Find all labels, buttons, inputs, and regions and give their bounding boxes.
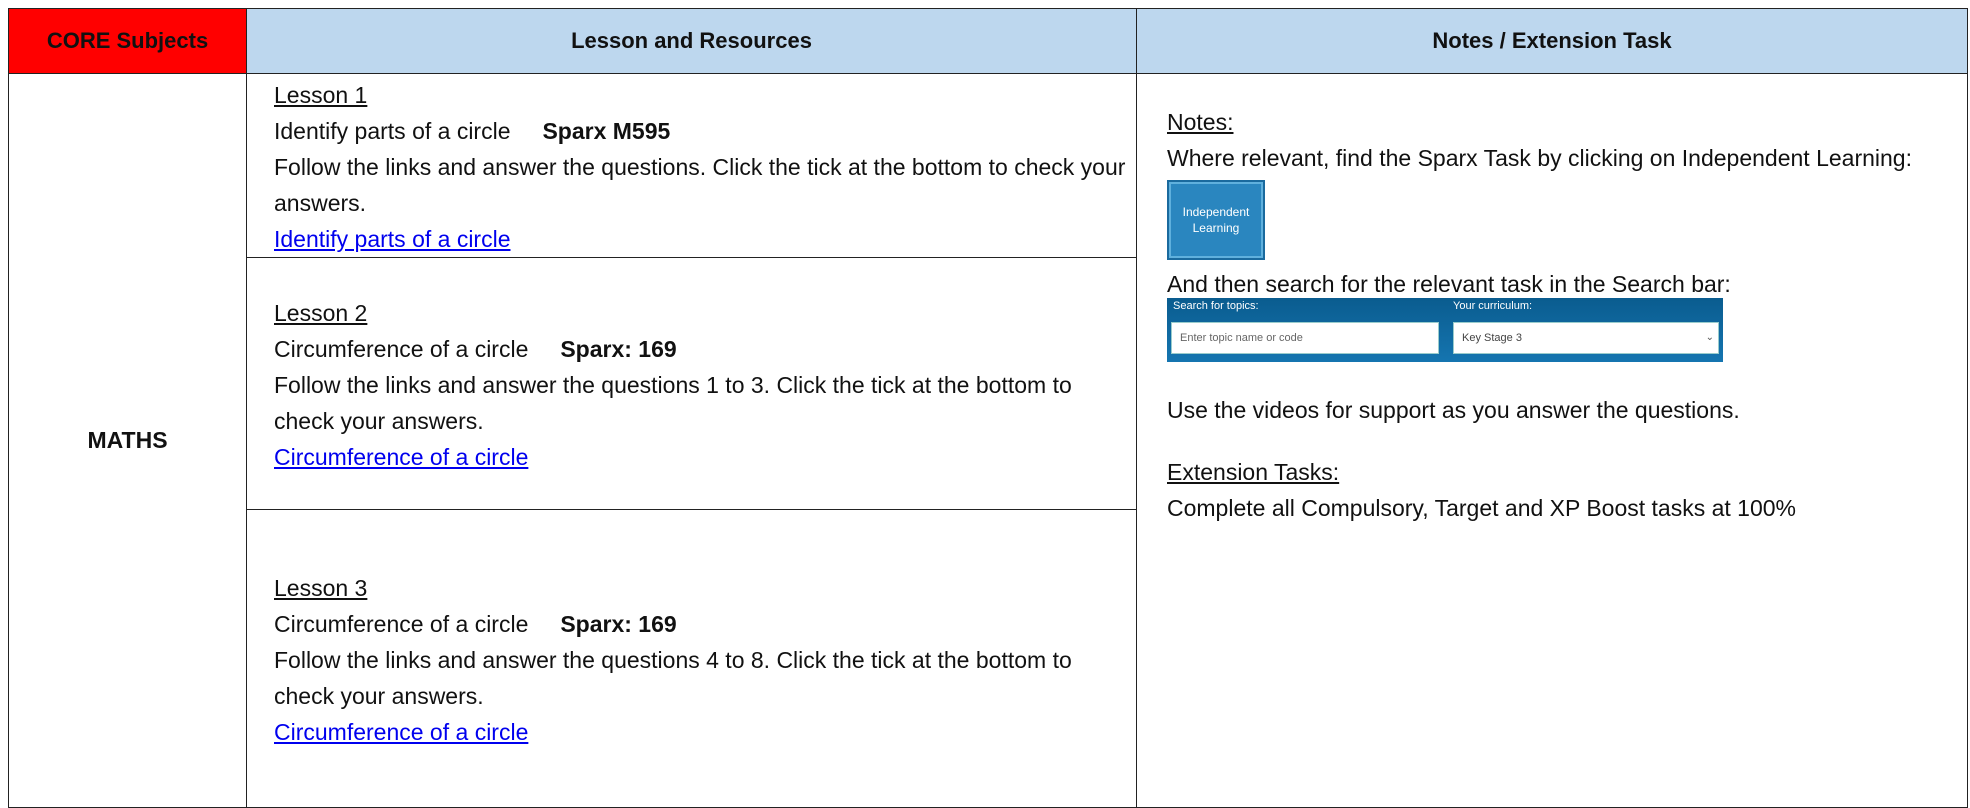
lesson-plan-table: CORE Subjects Lesson and Resources Notes… <box>8 8 1968 808</box>
curriculum-select[interactable]: Key Stage 3 ⌄ <box>1453 322 1719 354</box>
lesson-topic-line: Identify parts of a circle Sparx M595 <box>274 113 1136 149</box>
lesson-topic-line: Circumference of a circle Sparx: 169 <box>274 606 1136 642</box>
topic-search-input[interactable]: Enter topic name or code <box>1171 322 1439 354</box>
lesson-title: Lesson 1 <box>274 81 368 108</box>
il-button-line-1: Independent <box>1182 205 1250 219</box>
lesson-topic: Circumference of a circle <box>274 335 529 362</box>
subject-cell: MATHS <box>8 73 247 808</box>
lesson-cell-1: Lesson 1 Identify parts of a circle Spar… <box>246 73 1137 258</box>
notes-instruction-1: Where relevant, find the Sparx Task by c… <box>1167 145 1912 171</box>
lesson-title: Lesson 3 <box>274 574 368 601</box>
lesson-link[interactable]: Circumference of a circle <box>274 444 528 470</box>
notes-extension-header: Notes / Extension Task <box>1136 8 1968 74</box>
notes-instruction-2: And then search for the relevant task in… <box>1167 271 1731 297</box>
extension-text: Complete all Compulsory, Target and XP B… <box>1167 495 1796 521</box>
curriculum-label: Your curriculum: <box>1453 300 1533 312</box>
lesson-row-1: MATHS Lesson 1 Identify parts of a circl… <box>8 73 1968 808</box>
lesson-topic: Identify parts of a circle <box>274 117 511 144</box>
lesson-cell-2: Lesson 2 Circumference of a circle Sparx… <box>246 257 1137 510</box>
notes-cell: Notes: Where relevant, find the Sparx Ta… <box>1136 73 1968 808</box>
independent-learning-button[interactable]: Independent Learning <box>1167 180 1265 260</box>
lesson-link[interactable]: Circumference of a circle <box>274 719 528 745</box>
lesson-topic-line: Circumference of a circle Sparx: 169 <box>274 331 1136 367</box>
core-subjects-header: CORE Subjects <box>8 8 247 74</box>
notes-heading: Notes: <box>1167 109 1234 135</box>
sparx-code: Sparx M595 <box>542 117 671 144</box>
header-row: CORE Subjects Lesson and Resources Notes… <box>8 8 1968 74</box>
lesson-link[interactable]: Identify parts of a circle <box>274 226 511 252</box>
sparx-code: Sparx: 169 <box>560 335 677 362</box>
extension-heading: Extension Tasks: <box>1167 459 1340 485</box>
sparx-code: Sparx: 169 <box>560 610 677 637</box>
lesson-instructions: Follow the links and answer the question… <box>274 646 1072 709</box>
curriculum-select-value: Key Stage 3 <box>1462 332 1522 344</box>
lesson-title: Lesson 2 <box>274 299 368 326</box>
chevron-down-icon: ⌄ <box>1705 332 1714 343</box>
lesson-topic: Circumference of a circle <box>274 610 529 637</box>
search-topics-label: Search for topics: <box>1173 300 1259 312</box>
lesson-cell-3: Lesson 3 Circumference of a circle Sparx… <box>246 509 1137 808</box>
notes-instruction-3: Use the videos for support as you answer… <box>1167 397 1740 423</box>
sparx-search-bar: Search for topics: Your curriculum: Ente… <box>1167 298 1723 362</box>
lesson-resources-header: Lesson and Resources <box>246 8 1137 74</box>
lesson-instructions: Follow the links and answer the question… <box>274 371 1072 434</box>
lesson-instructions: Follow the links and answer the question… <box>274 153 1126 216</box>
il-button-line-2: Learning <box>1192 221 1240 235</box>
